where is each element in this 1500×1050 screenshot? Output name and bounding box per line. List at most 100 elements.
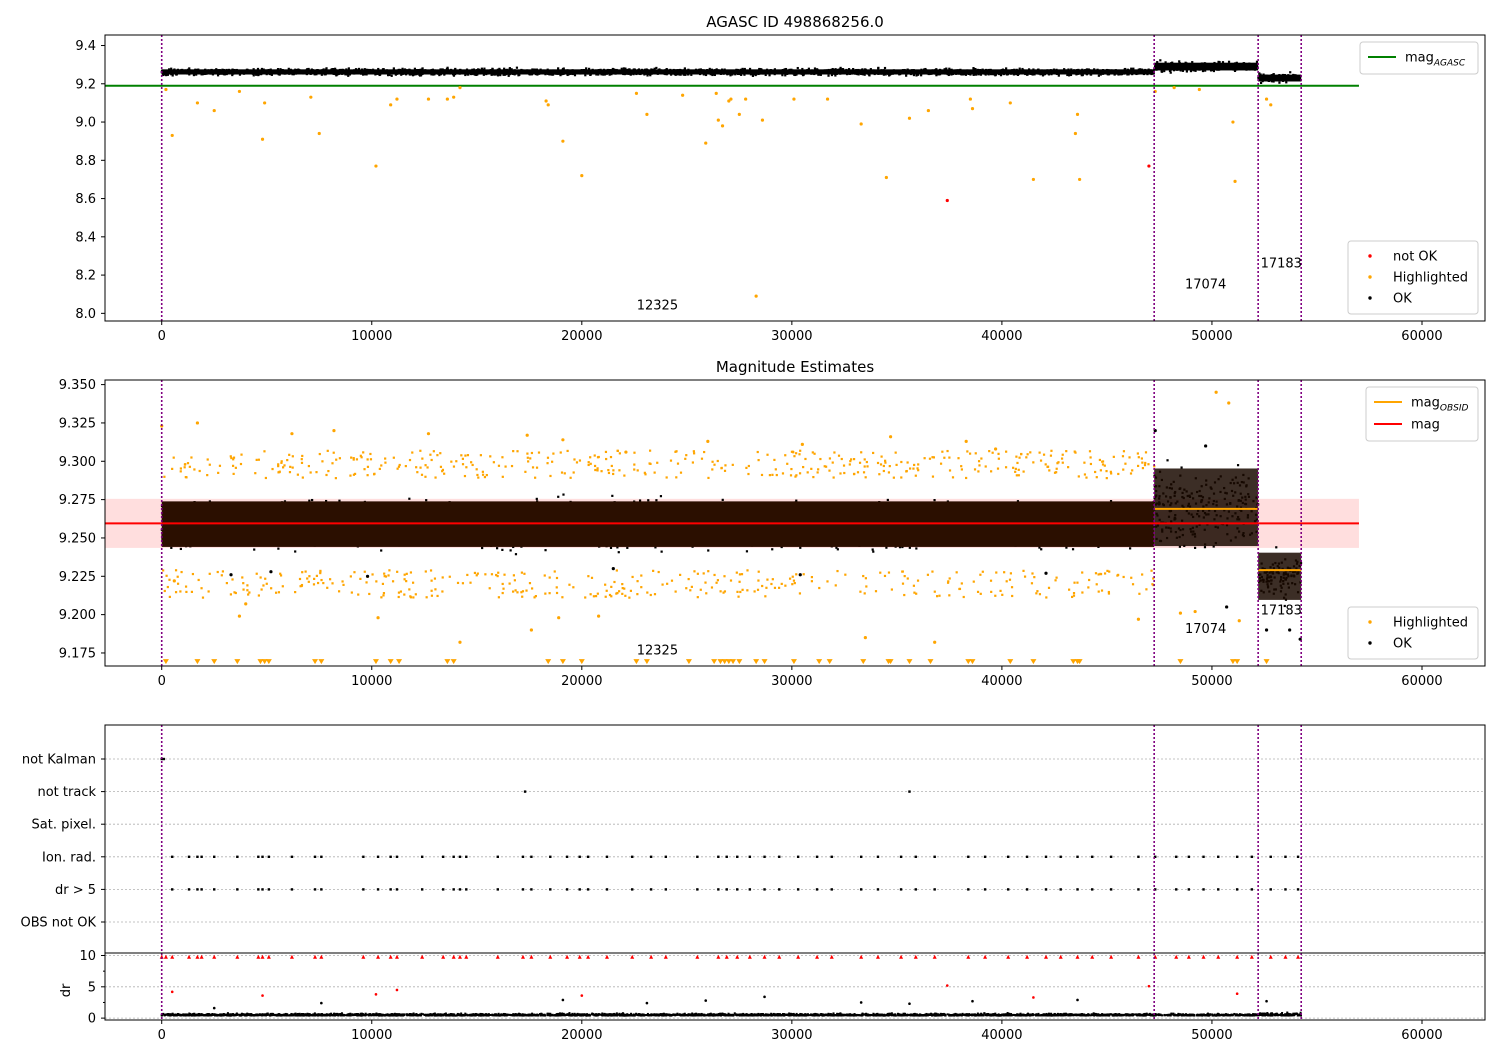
legend-point-label: not OK [1393,250,1438,265]
data-point [647,499,650,502]
data-point [704,141,708,145]
data-point [395,97,399,101]
data-point [195,101,200,105]
band-core [1258,74,1302,82]
data-point [744,97,748,101]
data-point [720,124,725,128]
data-point [252,74,255,77]
data-point [458,86,462,90]
obsid-label: 17183 [1261,256,1302,271]
data-point [446,66,449,69]
data-point [1259,81,1263,85]
data-point [622,67,625,70]
data-point [754,294,758,298]
data-point [714,91,718,95]
band-ok-1 [1153,59,1259,74]
legend-point-label: Highlighted [1393,271,1468,286]
data-point [1172,86,1176,90]
data-point [707,549,710,552]
plot-area: 12325 17074 17183 [105,35,1359,321]
obsid-label: 17074 [1185,277,1226,292]
legend-marker [1368,275,1372,279]
data-point [883,66,887,70]
legend-point-label: OK [1393,292,1412,307]
obsid-label: 12325 [637,299,678,314]
y-tick-label: 8.0 [75,307,96,322]
data-point [1159,59,1162,62]
y-tick-label: 9.4 [75,39,96,54]
data-point [813,67,817,70]
legend-marker [1368,296,1372,300]
x-tick-label: 40000 [981,329,1022,344]
data-point [170,546,173,549]
data-point [907,116,912,120]
data-point [796,66,799,70]
data-point [389,103,393,107]
y-tick-label: 9.2 [75,77,96,92]
data-point [834,74,837,77]
data-point [1075,112,1080,116]
data-point [681,93,685,97]
data-point [557,495,560,498]
data-point [1227,60,1231,63]
data-point [737,112,741,116]
data-point [311,498,314,502]
data-point [659,495,663,498]
data-point [170,133,174,138]
data-point [212,108,216,113]
x-tick-label: 30000 [771,329,812,344]
data-point [1269,103,1273,107]
data-point [515,66,519,69]
data-point [1008,101,1012,105]
y-tick-label: 8.6 [75,192,96,207]
legend-marker [1368,254,1372,258]
data-point [1233,179,1237,183]
data-point [1217,60,1220,63]
data-point [421,67,424,70]
y-tick-label: 9.0 [75,116,96,131]
data-point [970,107,975,111]
x-tick-label: 0 [158,329,166,344]
band-ok-0 [160,493,1156,556]
data-point [1264,97,1269,101]
data-point [968,97,972,101]
data-point [1185,70,1188,73]
data-point [164,87,168,92]
data-point [1147,164,1151,168]
data-point [562,493,565,496]
x-tick-label: 20000 [561,329,602,344]
data-point [426,97,431,101]
data-point [580,174,584,178]
data-point [638,499,642,502]
data-point [585,67,588,70]
data-point [260,137,265,141]
panel-1: 1232517074171830 10000 20000 30000 40000 5000… [75,13,1486,344]
data-point [452,95,456,99]
data-point [557,67,560,70]
panel-2: 1232517074171830 10000 20000 30000 40000 5000… [59,358,1486,689]
data-point [1005,67,1008,70]
data-point [1231,120,1235,124]
band-ok-0 [160,66,1155,77]
data-point [905,74,908,77]
band-core [1154,62,1259,71]
data-point [263,101,267,105]
data-point [1160,70,1164,73]
data-point [825,97,830,101]
data-point [609,546,613,549]
legend-label-sub: AGASC [1433,59,1466,69]
data-point [945,198,949,203]
data-point [1197,87,1201,92]
data-point [626,546,629,549]
data-point [317,131,321,136]
data-point [859,122,863,126]
series-not-ok [945,164,1151,203]
data-point [1289,71,1292,74]
y-tick-label: 8.2 [75,269,96,284]
data-point [1078,177,1082,182]
data-point [546,103,550,107]
data-point [760,118,765,122]
data-point [1097,74,1100,77]
x-tick-label: 50000 [1191,329,1232,344]
data-point [877,66,880,69]
